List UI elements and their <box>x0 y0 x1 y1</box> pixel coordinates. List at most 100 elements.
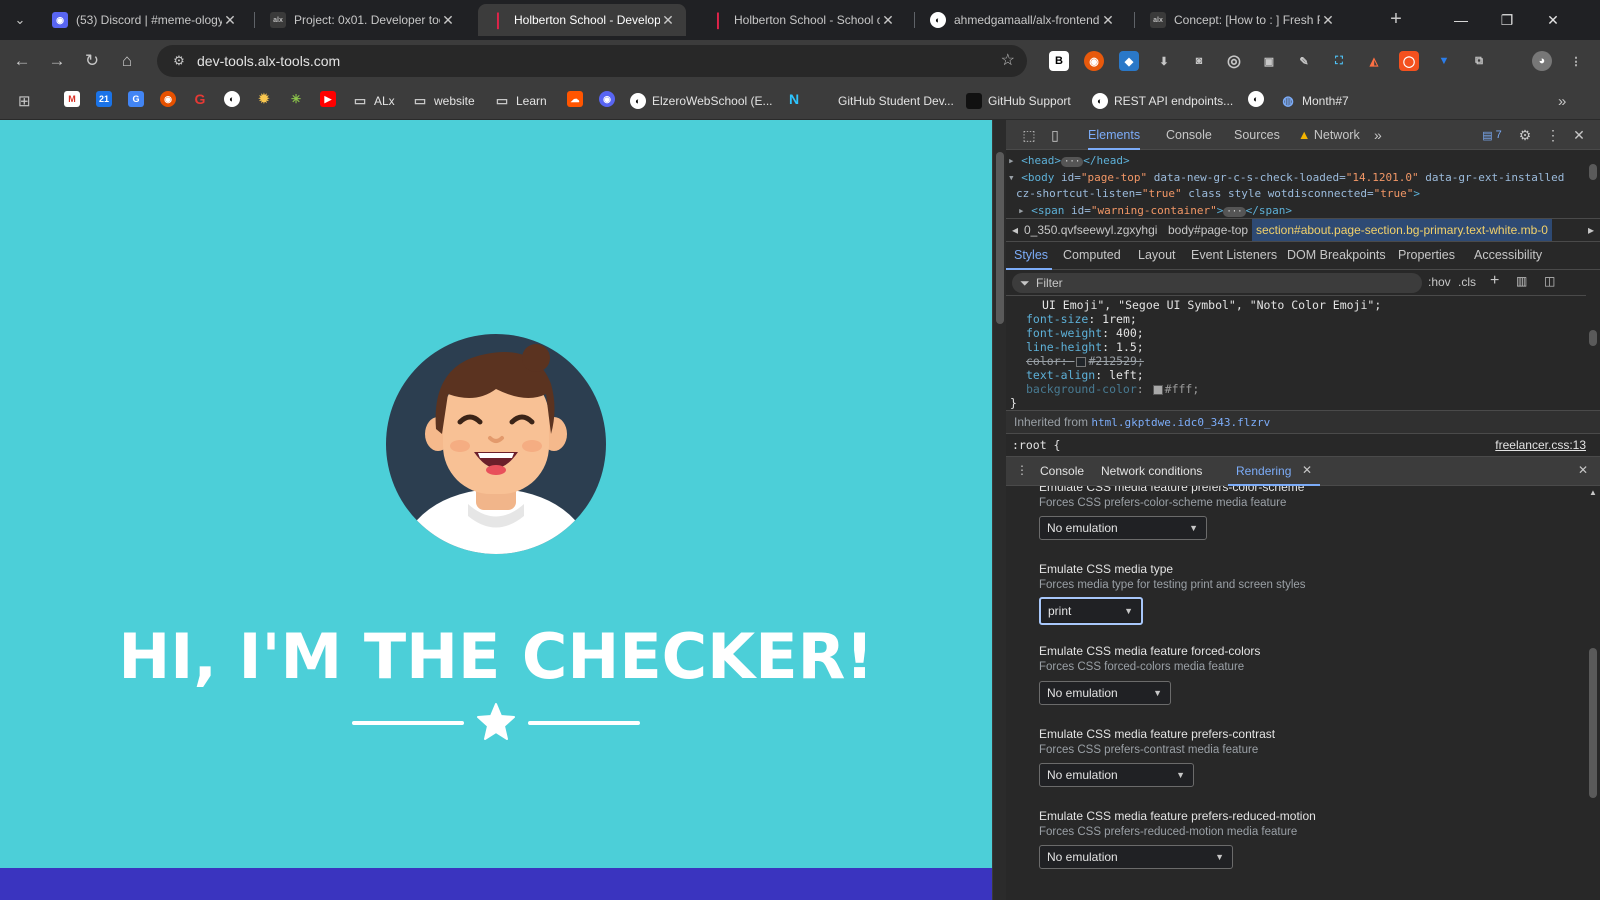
issues-badge[interactable]: ▤ 7 <box>1476 126 1508 144</box>
site-info-icon[interactable]: ⚙ <box>167 53 191 69</box>
tab-discord[interactable]: ◉ (53) Discord | #meme-ology ✕ <box>40 4 248 36</box>
devtools-menu-icon[interactable]: ⋮ <box>1544 126 1562 144</box>
page-scrollbar[interactable] <box>992 120 1006 900</box>
drawer-tab-console[interactable]: Console <box>1040 464 1084 478</box>
subtab-event-listeners[interactable]: Event Listeners <box>1191 248 1277 262</box>
apps-grid-icon[interactable]: ⊞ <box>18 91 31 111</box>
device-toolbar-icon[interactable]: ▯ <box>1046 126 1064 144</box>
eyedropper-icon[interactable]: ✎ <box>1294 51 1314 71</box>
breadcrumb-scroll-left-icon[interactable]: ◂ <box>1012 223 1018 237</box>
styles-filter-input[interactable]: ⏷ Filter <box>1012 273 1422 293</box>
soundcloud-icon[interactable]: ☁ <box>567 91 583 107</box>
rendering-scrollbar[interactable]: ▲ <box>1586 486 1600 900</box>
window-icon[interactable]: ▣ <box>1259 51 1279 71</box>
subtab-styles[interactable]: Styles <box>1014 248 1048 262</box>
close-icon[interactable]: ✕ <box>880 12 896 29</box>
browser-menu-icon[interactable]: ⋮ <box>1566 51 1586 71</box>
subtab-computed[interactable]: Computed <box>1063 248 1121 262</box>
bookmark-green-icon[interactable]: ✳ <box>288 91 304 107</box>
drawer-tab-rendering[interactable]: Rendering <box>1236 464 1291 478</box>
prefers-color-scheme-select[interactable]: No emulation ▼ <box>1039 516 1207 540</box>
camera-icon[interactable]: ◙ <box>1189 51 1209 71</box>
forced-colors-select[interactable]: No emulation ▼ <box>1039 681 1171 705</box>
bookmark-github-support[interactable]: GitHub Support <box>966 91 1071 111</box>
rendering-scrollbar-thumb[interactable] <box>1589 648 1597 798</box>
tab-holberton-school[interactable]: ❘ Holberton School - School o ✕ <box>698 4 906 36</box>
minimize-icon[interactable]: — <box>1438 0 1484 40</box>
dom-node-body[interactable]: ▾ <body id="page-top" data-new-gr-c-s-ch… <box>1008 171 1564 184</box>
hov-toggle[interactable]: :hov <box>1428 275 1451 289</box>
devtools-tab-network[interactable]: ▲ Network <box>1298 120 1360 150</box>
home-icon[interactable]: ⌂ <box>114 48 140 74</box>
tab-project-developer-tools[interactable]: alx Project: 0x01. Developer tool ✕ <box>258 4 466 36</box>
subtab-layout[interactable]: Layout <box>1138 248 1176 262</box>
record-icon[interactable]: ◎ <box>1224 51 1244 71</box>
new-tab-button[interactable]: + <box>1384 8 1408 32</box>
breadcrumb-item[interactable]: body#page-top <box>1168 223 1248 237</box>
extension-shield-icon[interactable]: ◆ <box>1119 51 1139 71</box>
address-bar[interactable]: ⚙ dev-tools.alx-tools.com ☆ <box>157 45 1027 77</box>
screenshot-icon[interactable]: ⛶ <box>1329 51 1349 71</box>
drawer-close-icon[interactable]: ✕ <box>1578 463 1588 477</box>
subtab-properties[interactable]: Properties <box>1398 248 1455 262</box>
extension-b-icon[interactable]: B <box>1049 51 1069 71</box>
tab-concept-fresh-repo[interactable]: alx Concept: [How to : ] Fresh Re ✕ <box>1138 4 1346 36</box>
bookmark-elzero[interactable]: ◐ ElzeroWebSchool (E... <box>630 91 773 111</box>
github-icon[interactable]: ◐ <box>1248 91 1264 107</box>
extension-vpn-icon[interactable]: ▼ <box>1434 51 1454 71</box>
restore-icon[interactable]: ❐ <box>1484 0 1530 40</box>
inherited-from-link[interactable]: html.gkptdwe.idc0_343.flzrv <box>1091 416 1270 429</box>
bookmark-star-icon[interactable]: ☆ <box>1001 50 1015 70</box>
devtools-tab-elements[interactable]: Elements <box>1088 120 1141 150</box>
css-prop-color-overridden[interactable]: color: #212529; <box>1026 354 1144 368</box>
discord-icon[interactable]: ◉ <box>599 91 615 107</box>
devtools-close-icon[interactable]: ✕ <box>1570 126 1588 144</box>
settings-gear-icon[interactable]: ⚙ <box>1516 126 1534 144</box>
github-icon[interactable]: ◐ <box>224 91 240 107</box>
breadcrumb-item[interactable]: 0_350.qvfseewyl.zgxyhgi <box>1024 223 1157 237</box>
more-tabs-icon[interactable]: » <box>1374 120 1382 150</box>
bookmark-red-icon[interactable]: G <box>192 91 208 107</box>
close-icon[interactable]: ✕ <box>440 12 456 29</box>
tab-github-alx-frontend[interactable]: ◐ ahmedgamaall/alx-frontend ✕ <box>918 4 1126 36</box>
css-prop-background-color[interactable]: background-color: #fff; <box>1026 382 1199 396</box>
root-source-link[interactable]: freelancer.css:13 <box>1495 434 1586 456</box>
extension-orange-icon[interactable]: ◉ <box>1084 51 1104 71</box>
bookmark-folder-alx[interactable]: ▭ ALx <box>352 91 395 111</box>
drawer-menu-icon[interactable]: ⋮ <box>1016 463 1028 477</box>
new-style-rule-icon[interactable]: + <box>1490 272 1499 290</box>
extension-flag-icon[interactable]: ◭ <box>1364 51 1384 71</box>
media-type-select[interactable]: print ▼ <box>1039 597 1143 625</box>
close-icon[interactable]: ✕ <box>1320 12 1336 29</box>
root-selector[interactable]: :root { <box>1012 434 1060 456</box>
download-icon[interactable]: ⬇ <box>1154 51 1174 71</box>
dom-scrollbar[interactable] <box>1586 150 1600 218</box>
page-scrollbar-thumb[interactable] <box>996 152 1004 324</box>
bookmark-folder-learn[interactable]: ▭ Learn <box>494 91 547 111</box>
tab-holberton-developer[interactable]: ❘ Holberton School - Develope ✕ <box>478 4 686 36</box>
css-prop-font-size[interactable]: font-size: 1rem; <box>1026 312 1137 326</box>
subtab-dom-breakpoints[interactable]: DOM Breakpoints <box>1287 248 1386 262</box>
calendar-icon[interactable]: 21 <box>96 91 112 107</box>
drawer-tab-network-conditions[interactable]: Network conditions <box>1101 464 1202 478</box>
profile-avatar[interactable]: ◕ <box>1532 51 1552 71</box>
breadcrumb-item-selected[interactable]: section#about.page-section.bg-primary.te… <box>1252 219 1552 241</box>
bookmark-orange-icon[interactable]: ◉ <box>160 91 176 107</box>
bulb-icon[interactable]: ✹ <box>256 91 272 107</box>
window-close-icon[interactable]: ✕ <box>1530 0 1576 40</box>
breadcrumb-scroll-right-icon[interactable]: ▸ <box>1588 223 1594 237</box>
more-bookmarks-icon[interactable]: » <box>1558 91 1566 111</box>
devtools-tab-sources[interactable]: Sources <box>1234 120 1280 150</box>
back-icon[interactable]: ← <box>9 48 35 74</box>
drawer-tab-close-icon[interactable]: ✕ <box>1302 463 1312 477</box>
bookmark-github-student[interactable]: GitHub Student Dev... <box>816 91 954 111</box>
bookmark-rest-api[interactable]: ◐ REST API endpoints... <box>1092 91 1233 111</box>
cls-toggle[interactable]: .cls <box>1458 275 1476 289</box>
css-prop-font-weight[interactable]: font-weight: 400; <box>1026 326 1144 340</box>
prefers-reduced-motion-select[interactable]: No emulation ▼ <box>1039 845 1233 869</box>
css-prop-text-align[interactable]: text-align: left; <box>1026 368 1144 382</box>
reload-icon[interactable]: ↻ <box>79 48 105 74</box>
close-icon[interactable]: ✕ <box>222 12 238 29</box>
translate-icon[interactable]: G <box>128 91 144 107</box>
prefers-contrast-select[interactable]: No emulation ▼ <box>1039 763 1194 787</box>
